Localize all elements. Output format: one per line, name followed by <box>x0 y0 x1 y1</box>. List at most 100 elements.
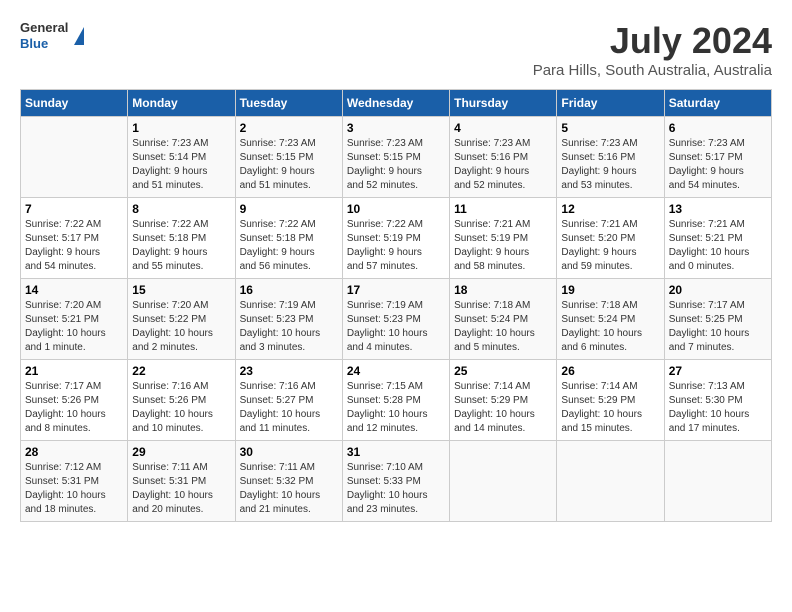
title-block: July 2024 Para Hills, South Australia, A… <box>533 20 772 79</box>
calendar-cell: 13 Sunrise: 7:21 AM Sunset: 5:21 PM Dayli… <box>664 198 771 279</box>
calendar-cell: 25 Sunrise: 7:14 AM Sunset: 5:29 PM Dayli… <box>450 360 557 441</box>
day-number: 31 <box>347 445 445 459</box>
day-number: 17 <box>347 283 445 297</box>
calendar-week-row: 28Sunrise: 7:12 AM Sunset: 5:31 PM Dayli… <box>21 441 772 522</box>
day-info: Sunrise: 7:22 AM Sunset: 5:18 PM Dayligh… <box>240 218 338 274</box>
calendar-cell <box>557 441 664 522</box>
day-info: Sunrise: 7:23 AM Sunset: 5:16 PM Dayligh… <box>454 137 552 193</box>
calendar-cell: 18 Sunrise: 7:18 AM Sunset: 5:24 PM Dayli… <box>450 279 557 360</box>
calendar-cell: 27 Sunrise: 7:13 AM Sunset: 5:30 PM Dayli… <box>664 360 771 441</box>
calendar-cell: 24Sunrise: 7:15 AM Sunset: 5:28 PM Dayli… <box>342 360 449 441</box>
page-header: General Blue July 2024 Para Hills, South… <box>20 20 772 79</box>
calendar-week-row: 1 Sunrise: 7:23 AM Sunset: 5:14 PM Daylig… <box>21 117 772 198</box>
logo-blue: Blue <box>20 36 68 52</box>
day-info: Sunrise: 7:22 AM Sunset: 5:19 PM Dayligh… <box>347 218 445 274</box>
calendar-cell: 17 Sunrise: 7:19 AM Sunset: 5:23 PM Dayli… <box>342 279 449 360</box>
day-number: 9 <box>240 202 338 216</box>
day-info: Sunrise: 7:19 AM Sunset: 5:23 PM Dayligh… <box>347 299 445 355</box>
calendar-cell: 1 Sunrise: 7:23 AM Sunset: 5:14 PM Daylig… <box>128 117 235 198</box>
day-info: Sunrise: 7:22 AM Sunset: 5:17 PM Dayligh… <box>25 218 123 274</box>
day-number: 19 <box>561 283 659 297</box>
day-info: Sunrise: 7:13 AM Sunset: 5:30 PM Dayligh… <box>669 380 767 436</box>
day-number: 23 <box>240 364 338 378</box>
calendar-cell: 6 Sunrise: 7:23 AM Sunset: 5:17 PM Daylig… <box>664 117 771 198</box>
logo-general: General <box>20 20 68 36</box>
calendar-cell: 22 Sunrise: 7:16 AM Sunset: 5:26 PM Dayli… <box>128 360 235 441</box>
calendar-cell: 29 Sunrise: 7:11 AM Sunset: 5:31 PM Dayli… <box>128 441 235 522</box>
day-number: 21 <box>25 364 123 378</box>
day-number: 25 <box>454 364 552 378</box>
day-number: 6 <box>669 121 767 135</box>
day-info: Sunrise: 7:22 AM Sunset: 5:18 PM Dayligh… <box>132 218 230 274</box>
calendar-cell: 14Sunrise: 7:20 AM Sunset: 5:21 PM Dayli… <box>21 279 128 360</box>
calendar-cell: 28Sunrise: 7:12 AM Sunset: 5:31 PM Dayli… <box>21 441 128 522</box>
calendar-cell: 20 Sunrise: 7:17 AM Sunset: 5:25 PM Dayli… <box>664 279 771 360</box>
day-number: 7 <box>25 202 123 216</box>
day-number: 15 <box>132 283 230 297</box>
day-number: 10 <box>347 202 445 216</box>
day-info: Sunrise: 7:18 AM Sunset: 5:24 PM Dayligh… <box>454 299 552 355</box>
day-number: 16 <box>240 283 338 297</box>
day-info: Sunrise: 7:10 AM Sunset: 5:33 PM Dayligh… <box>347 461 445 517</box>
day-number: 20 <box>669 283 767 297</box>
calendar-cell: 9 Sunrise: 7:22 AM Sunset: 5:18 PM Daylig… <box>235 198 342 279</box>
calendar-cell: 3Sunrise: 7:23 AM Sunset: 5:15 PM Daylig… <box>342 117 449 198</box>
day-info: Sunrise: 7:11 AM Sunset: 5:32 PM Dayligh… <box>240 461 338 517</box>
day-header-monday: Monday <box>128 90 235 117</box>
day-info: Sunrise: 7:23 AM Sunset: 5:17 PM Dayligh… <box>669 137 767 193</box>
day-number: 14 <box>25 283 123 297</box>
day-info: Sunrise: 7:17 AM Sunset: 5:25 PM Dayligh… <box>669 299 767 355</box>
day-info: Sunrise: 7:23 AM Sunset: 5:15 PM Dayligh… <box>240 137 338 193</box>
day-info: Sunrise: 7:18 AM Sunset: 5:24 PM Dayligh… <box>561 299 659 355</box>
day-info: Sunrise: 7:16 AM Sunset: 5:26 PM Dayligh… <box>132 380 230 436</box>
day-info: Sunrise: 7:14 AM Sunset: 5:29 PM Dayligh… <box>454 380 552 436</box>
day-number: 29 <box>132 445 230 459</box>
day-info: Sunrise: 7:21 AM Sunset: 5:19 PM Dayligh… <box>454 218 552 274</box>
calendar-cell: 30Sunrise: 7:11 AM Sunset: 5:32 PM Dayli… <box>235 441 342 522</box>
day-info: Sunrise: 7:16 AM Sunset: 5:27 PM Dayligh… <box>240 380 338 436</box>
day-header-tuesday: Tuesday <box>235 90 342 117</box>
calendar-cell: 5Sunrise: 7:23 AM Sunset: 5:16 PM Daylig… <box>557 117 664 198</box>
day-info: Sunrise: 7:12 AM Sunset: 5:31 PM Dayligh… <box>25 461 123 517</box>
calendar-cell: 2Sunrise: 7:23 AM Sunset: 5:15 PM Daylig… <box>235 117 342 198</box>
day-number: 13 <box>669 202 767 216</box>
logo-triangle-icon <box>74 27 84 45</box>
calendar-cell: 11 Sunrise: 7:21 AM Sunset: 5:19 PM Dayli… <box>450 198 557 279</box>
day-number: 4 <box>454 121 552 135</box>
day-info: Sunrise: 7:15 AM Sunset: 5:28 PM Dayligh… <box>347 380 445 436</box>
day-info: Sunrise: 7:21 AM Sunset: 5:21 PM Dayligh… <box>669 218 767 274</box>
day-number: 1 <box>132 121 230 135</box>
calendar-cell <box>664 441 771 522</box>
calendar-cell: 16 Sunrise: 7:19 AM Sunset: 5:23 PM Dayli… <box>235 279 342 360</box>
day-number: 8 <box>132 202 230 216</box>
day-info: Sunrise: 7:19 AM Sunset: 5:23 PM Dayligh… <box>240 299 338 355</box>
day-number: 11 <box>454 202 552 216</box>
calendar-cell <box>21 117 128 198</box>
calendar-week-row: 14Sunrise: 7:20 AM Sunset: 5:21 PM Dayli… <box>21 279 772 360</box>
day-number: 3 <box>347 121 445 135</box>
day-header-sunday: Sunday <box>21 90 128 117</box>
calendar-cell <box>450 441 557 522</box>
calendar-cell: 7 Sunrise: 7:22 AM Sunset: 5:17 PM Daylig… <box>21 198 128 279</box>
calendar-cell: 4 Sunrise: 7:23 AM Sunset: 5:16 PM Daylig… <box>450 117 557 198</box>
day-info: Sunrise: 7:11 AM Sunset: 5:31 PM Dayligh… <box>132 461 230 517</box>
day-number: 18 <box>454 283 552 297</box>
logo-text: General Blue <box>20 20 68 51</box>
calendar-header-row: SundayMondayTuesdayWednesdayThursdayFrid… <box>21 90 772 117</box>
day-info: Sunrise: 7:17 AM Sunset: 5:26 PM Dayligh… <box>25 380 123 436</box>
day-header-saturday: Saturday <box>664 90 771 117</box>
day-info: Sunrise: 7:14 AM Sunset: 5:29 PM Dayligh… <box>561 380 659 436</box>
day-header-friday: Friday <box>557 90 664 117</box>
day-number: 22 <box>132 364 230 378</box>
calendar-cell: 31 Sunrise: 7:10 AM Sunset: 5:33 PM Dayli… <box>342 441 449 522</box>
day-header-wednesday: Wednesday <box>342 90 449 117</box>
calendar-week-row: 7 Sunrise: 7:22 AM Sunset: 5:17 PM Daylig… <box>21 198 772 279</box>
day-info: Sunrise: 7:21 AM Sunset: 5:20 PM Dayligh… <box>561 218 659 274</box>
day-number: 27 <box>669 364 767 378</box>
calendar-table: SundayMondayTuesdayWednesdayThursdayFrid… <box>20 89 772 522</box>
calendar-cell: 23 Sunrise: 7:16 AM Sunset: 5:27 PM Dayli… <box>235 360 342 441</box>
day-number: 26 <box>561 364 659 378</box>
calendar-cell: 15Sunrise: 7:20 AM Sunset: 5:22 PM Dayli… <box>128 279 235 360</box>
day-info: Sunrise: 7:23 AM Sunset: 5:14 PM Dayligh… <box>132 137 230 193</box>
day-header-thursday: Thursday <box>450 90 557 117</box>
